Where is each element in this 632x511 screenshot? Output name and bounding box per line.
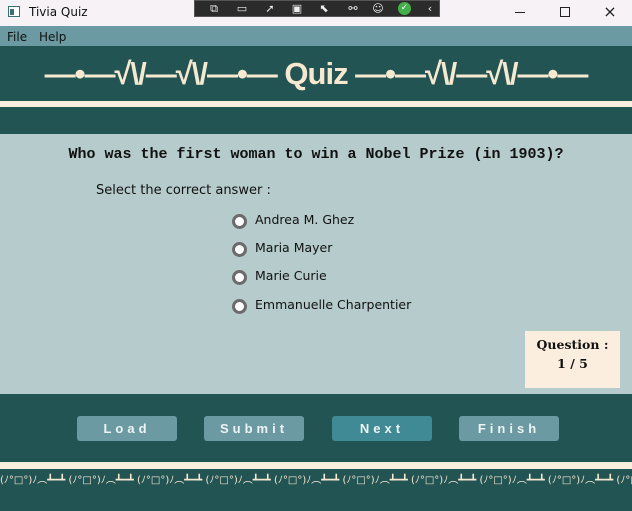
submit-button[interactable]: Submit	[204, 416, 304, 441]
divider	[0, 462, 632, 469]
check-icon[interactable]: ✓	[398, 2, 411, 15]
quiz-banner: —•—√\/—√\/—•— Quiz —•—√\/—√\/—•—	[0, 46, 632, 101]
accessibility-icon[interactable]: ☺	[369, 1, 387, 16]
window-title: Tivia Quiz	[29, 5, 88, 19]
screenshot-icon[interactable]: ⧉	[205, 1, 223, 16]
banner-title: —•—√\/—√\/—•— Quiz —•—√\/—√\/—•—	[44, 56, 589, 91]
menu-file[interactable]: File	[7, 30, 27, 44]
link-icon[interactable]: ⚯	[344, 1, 362, 16]
question-text: Who was the first woman to win a Nobel P…	[68, 146, 564, 163]
app-icon	[8, 6, 20, 17]
question-panel: Who was the first woman to win a Nobel P…	[0, 134, 632, 394]
instruction-label: Select the correct answer :	[96, 183, 271, 198]
maximize-icon[interactable]	[552, 4, 580, 22]
minimize-icon[interactable]	[506, 4, 534, 22]
radio-button[interactable]	[232, 299, 247, 314]
question-counter-value: 1 / 5	[557, 356, 588, 371]
capture-toolbar: ⧉ ▭ ➚ ▣ ⬉ ⚯ ☺ ✓ ‹	[194, 0, 440, 17]
question-counter-label: Question :	[536, 337, 609, 352]
record-icon[interactable]: ▭	[233, 1, 251, 16]
button-bar: Load Submit Next Finish	[0, 394, 632, 462]
question-counter: Question : 1 / 5	[525, 331, 620, 388]
footer-decoration: (ﾉ°□°)ﾉ︵┻━┻ (ﾉ°□°)ﾉ︵┻━┻ (ﾉ°□°)ﾉ︵┻━┻ (ﾉ°□…	[0, 475, 632, 486]
pointer-select-icon[interactable]: ⬉	[315, 1, 333, 16]
region-icon[interactable]: ▣	[288, 1, 306, 16]
cursor-icon[interactable]: ➚	[261, 1, 279, 16]
answer-label[interactable]: Emmanuelle Charpentier	[255, 297, 411, 312]
next-button[interactable]: Next	[332, 416, 432, 441]
radio-button[interactable]	[232, 214, 247, 229]
divider-band	[0, 107, 632, 134]
menu-help[interactable]: Help	[39, 30, 66, 44]
radio-button[interactable]	[232, 270, 247, 285]
menu-bar: File Help	[0, 26, 632, 46]
close-icon[interactable]: ×	[596, 3, 624, 21]
answer-label[interactable]: Andrea M. Ghez	[255, 212, 354, 227]
finish-button[interactable]: Finish	[459, 416, 559, 441]
collapse-icon[interactable]: ‹	[421, 1, 439, 16]
answer-label[interactable]: Marie Curie	[255, 268, 327, 283]
answer-label[interactable]: Maria Mayer	[255, 240, 332, 255]
footer: (ﾉ°□°)ﾉ︵┻━┻ (ﾉ°□°)ﾉ︵┻━┻ (ﾉ°□°)ﾉ︵┻━┻ (ﾉ°□…	[0, 469, 632, 511]
load-button[interactable]: Load	[77, 416, 177, 441]
radio-button[interactable]	[232, 242, 247, 257]
